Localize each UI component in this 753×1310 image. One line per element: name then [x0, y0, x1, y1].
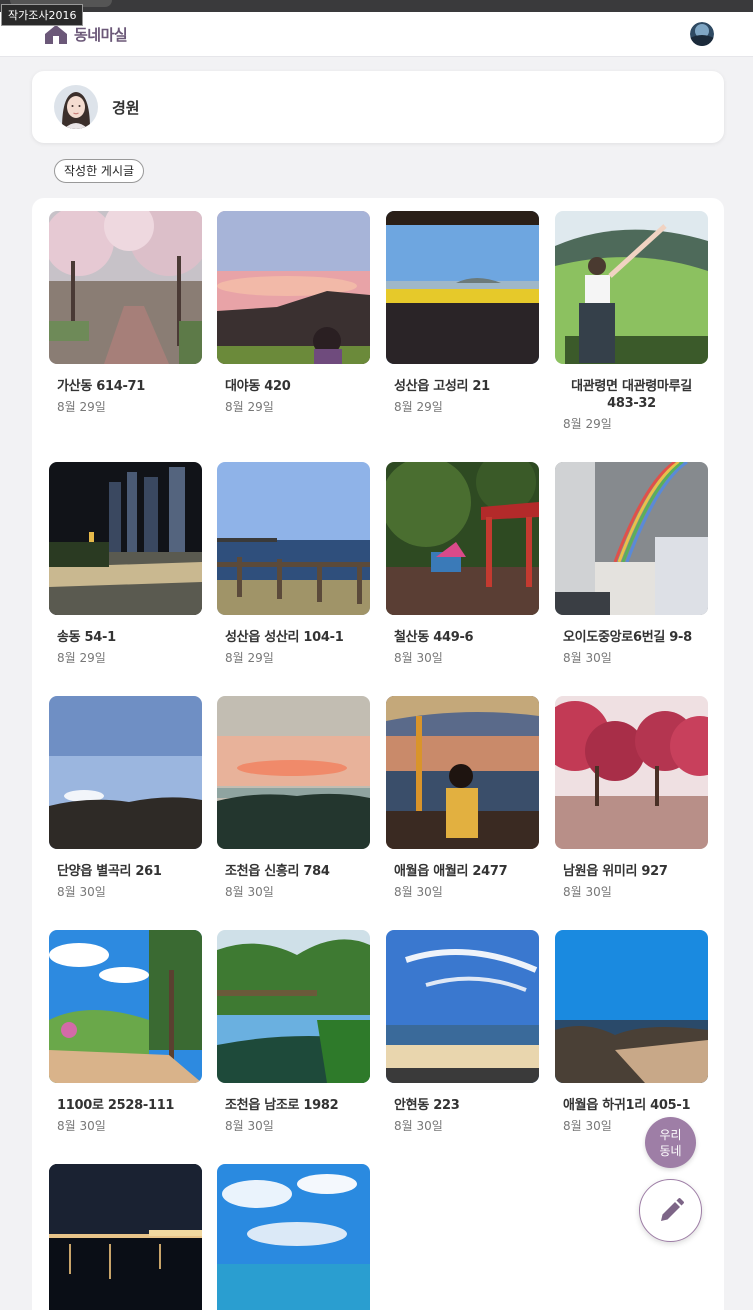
post-card[interactable]: 1100로 2528-111 8월 30일	[49, 930, 202, 1134]
post-photo-sky-sea[interactable]	[217, 1164, 370, 1310]
post-photo-night-park[interactable]	[49, 462, 202, 615]
post-photo-sea-fence[interactable]	[217, 462, 370, 615]
post-card[interactable]: 애월읍 하귀1리 405-1 8월 30일	[555, 930, 708, 1134]
post-address: 성산읍 고성리 21	[394, 379, 490, 394]
post-date: 8월 30일	[394, 651, 443, 665]
post-card[interactable]: 단양읍 별곡리 261 8월 30일	[49, 696, 202, 900]
header-avatar[interactable]	[690, 22, 714, 46]
post-photo-sunset-rocks[interactable]	[217, 696, 370, 849]
app-header: 동네마실	[0, 12, 753, 57]
post-photo-rocky-coast[interactable]	[555, 930, 708, 1083]
post-date: 8월 30일	[57, 1119, 106, 1133]
post-date: 8월 30일	[394, 885, 443, 899]
profile-avatar[interactable]	[54, 85, 98, 129]
post-card[interactable]: 대관령면 대관령마루길 483-32 8월 29일	[555, 211, 708, 432]
post-photo-cherry-blossom-path[interactable]	[49, 211, 202, 364]
post-date: 8월 30일	[563, 651, 612, 665]
post-photo-playground[interactable]	[386, 462, 539, 615]
post-photo-sunset-pink-sky[interactable]	[217, 211, 370, 364]
post-date: 8월 30일	[57, 885, 106, 899]
post-card[interactable]: 조천읍 남조로 1982 8월 30일	[217, 930, 370, 1134]
post-photo-cafe-sunset[interactable]	[386, 696, 539, 849]
post-photo-beach-clouds[interactable]	[386, 930, 539, 1083]
write-post-button[interactable]	[639, 1179, 702, 1242]
post-card[interactable]: 송동 54-1 8월 29일	[49, 462, 202, 666]
post-date: 8월 30일	[394, 1119, 443, 1133]
post-card[interactable]: 애월읍 애월리 2477 8월 30일	[386, 696, 539, 900]
browser-top-strip	[0, 0, 753, 12]
post-photo-yellow-flowers-sea[interactable]	[386, 211, 539, 364]
post-address: 1100로 2528-111	[57, 1098, 175, 1113]
post-date: 8월 29일	[57, 651, 106, 665]
post-card[interactable]: 남원읍 위미리 927 8월 30일	[555, 696, 708, 900]
our-town-label-line2: 동네	[659, 1143, 682, 1158]
post-card[interactable]: 조천읍 신흥리 784 8월 30일	[217, 696, 370, 900]
post-address: 남원읍 위미리 927	[563, 864, 668, 879]
post-photo-rainbow-buildings[interactable]	[555, 462, 708, 615]
post-card[interactable]: 철산동 449-6 8월 30일	[386, 462, 539, 666]
post-date: 8월 29일	[225, 400, 274, 414]
post-photo-green-hill-person[interactable]	[555, 211, 708, 364]
profile-card: 경원	[32, 71, 724, 143]
post-card[interactable]	[49, 1164, 202, 1310]
tooltip: 작가조사2016	[1, 4, 84, 26]
post-address: 애월읍 하귀1리 405-1	[563, 1098, 691, 1113]
our-town-label-line1: 우리	[659, 1127, 682, 1142]
post-address: 가산동 614-71	[57, 379, 146, 394]
tab-my-posts[interactable]: 작성한 게시글	[54, 159, 145, 183]
logo-text: 동네마실	[74, 25, 128, 44]
post-address: 철산동 449-6	[394, 630, 474, 645]
post-card[interactable]	[217, 1164, 370, 1310]
post-photo-night-bridge[interactable]	[49, 1164, 202, 1310]
post-photo-blue-sky-mountain[interactable]	[49, 696, 202, 849]
post-address: 조천읍 신흥리 784	[225, 864, 330, 879]
post-address: 송동 54-1	[57, 630, 116, 645]
post-address: 애월읍 애월리 2477	[394, 864, 508, 879]
our-town-button[interactable]: 우리 동네	[645, 1117, 696, 1168]
post-address: 조천읍 남조로 1982	[225, 1098, 339, 1113]
post-address: 단양읍 별곡리 261	[57, 864, 162, 879]
post-address: 오이도중앙로6번길 9-8	[563, 630, 692, 645]
post-address: 안현동 223	[394, 1098, 460, 1113]
post-date: 8월 29일	[57, 400, 106, 414]
post-date: 8월 29일	[563, 417, 612, 431]
post-date: 8월 30일	[225, 885, 274, 899]
post-photo-pond-reflection[interactable]	[217, 930, 370, 1083]
post-date: 8월 29일	[225, 651, 274, 665]
post-card[interactable]: 안현동 223 8월 30일	[386, 930, 539, 1134]
post-photo-trees-clouds[interactable]	[49, 930, 202, 1083]
post-card[interactable]: 성산읍 고성리 21 8월 29일	[386, 211, 539, 415]
post-date: 8월 30일	[225, 1119, 274, 1133]
profile-name: 경원	[112, 99, 140, 117]
post-card[interactable]: 오이도중앙로6번길 9-8 8월 30일	[555, 462, 708, 666]
post-date: 8월 29일	[394, 400, 443, 414]
post-card[interactable]: 가산동 614-71 8월 29일	[49, 211, 202, 415]
post-address: 대관령면 대관령마루길 483-32	[571, 379, 692, 411]
post-card[interactable]: 대야동 420 8월 29일	[217, 211, 370, 415]
pencil-icon	[660, 1197, 684, 1221]
post-address: 대야동 420	[225, 379, 291, 394]
post-date: 8월 30일	[563, 885, 612, 899]
post-photo-camellia-forest[interactable]	[555, 696, 708, 849]
post-address: 성산읍 성산리 104-1	[225, 630, 344, 645]
post-card[interactable]: 성산읍 성산리 104-1 8월 29일	[217, 462, 370, 666]
